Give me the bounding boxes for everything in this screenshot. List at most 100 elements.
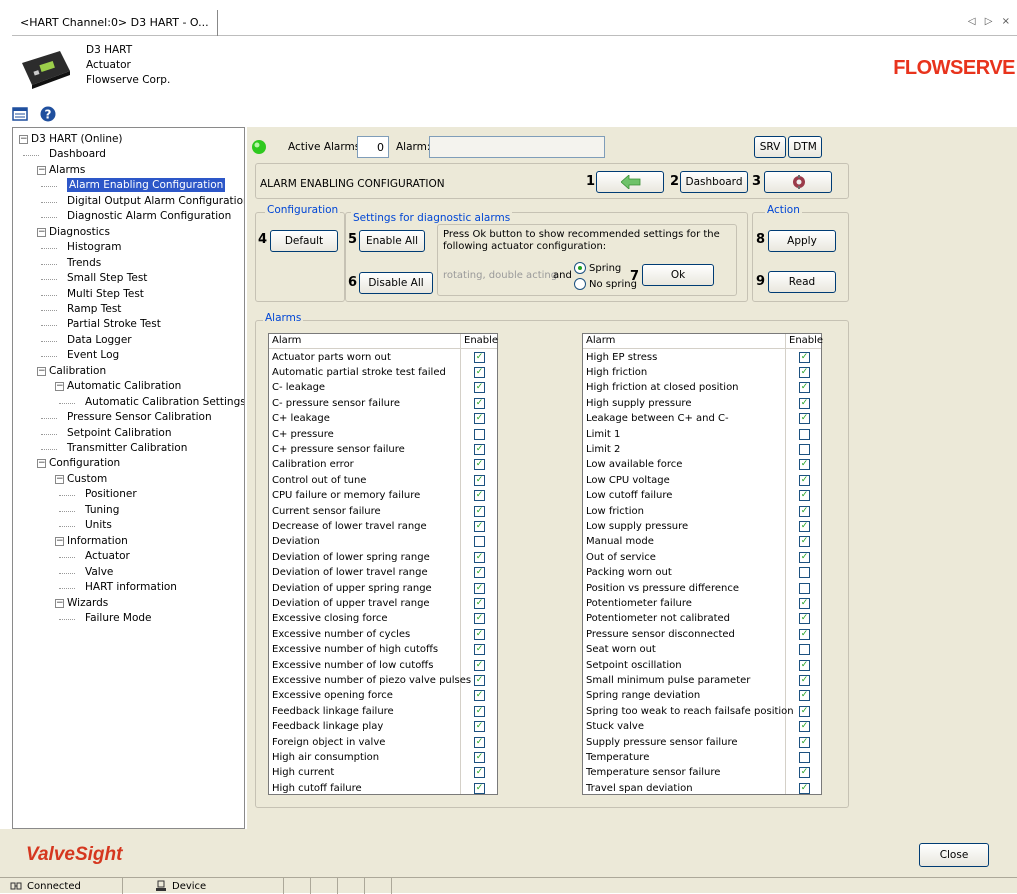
enable-checkbox[interactable]: ✓ bbox=[474, 567, 485, 579]
enable-checkbox[interactable]: ✓ bbox=[474, 628, 485, 640]
enable-checkbox[interactable]: ✓ bbox=[474, 366, 485, 378]
tree-expander[interactable]: − bbox=[55, 536, 64, 546]
enable-checkbox[interactable]: ✓ bbox=[799, 382, 810, 394]
no-spring-radio[interactable] bbox=[574, 278, 586, 290]
tree-item[interactable]: Information bbox=[67, 534, 128, 548]
tree-expander[interactable]: − bbox=[55, 474, 64, 484]
enable-checkbox[interactable]: ✓ bbox=[799, 520, 810, 532]
dtm-button[interactable]: DTM bbox=[788, 136, 822, 158]
tree-item[interactable]: Pressure Sensor Calibration bbox=[67, 410, 212, 424]
enable-checkbox[interactable]: ✓ bbox=[799, 628, 810, 640]
tree-item[interactable]: Actuator bbox=[85, 549, 130, 563]
enable-checkbox[interactable]: ✓ bbox=[799, 782, 810, 794]
enable-checkbox[interactable]: ✓ bbox=[474, 490, 485, 502]
enable-checkbox[interactable]: ✓ bbox=[799, 721, 810, 733]
tree-item[interactable]: Multi Step Test bbox=[67, 287, 144, 301]
enable-checkbox[interactable]: ✓ bbox=[474, 751, 485, 763]
enable-checkbox[interactable]: ✓ bbox=[474, 443, 485, 455]
tree-item[interactable]: Positioner bbox=[85, 487, 137, 501]
enable-checkbox[interactable]: ✓ bbox=[799, 551, 810, 563]
enable-checkbox[interactable]: ✓ bbox=[799, 767, 810, 779]
enable-checkbox[interactable]: ✓ bbox=[474, 767, 485, 779]
tree-item[interactable]: Custom bbox=[67, 472, 107, 486]
enable-checkbox[interactable]: ✓ bbox=[799, 505, 810, 517]
back-button[interactable] bbox=[596, 171, 664, 193]
enable-checkbox[interactable]: ✓ bbox=[474, 674, 485, 686]
enable-checkbox[interactable]: ✓ bbox=[799, 397, 810, 409]
srv-button[interactable]: SRV bbox=[754, 136, 786, 158]
disable-all-button[interactable]: Disable All bbox=[359, 272, 433, 294]
tree-item[interactable]: Valve bbox=[85, 565, 113, 579]
enable-checkbox[interactable]: ✓ bbox=[474, 520, 485, 532]
enable-checkbox[interactable]: ✓ bbox=[474, 505, 485, 517]
enable-checkbox[interactable]: ✓ bbox=[474, 659, 485, 671]
enable-checkbox[interactable]: ✓ bbox=[799, 366, 810, 378]
enable-checkbox[interactable] bbox=[799, 751, 810, 763]
dashboard-button[interactable]: Dashboard bbox=[680, 171, 748, 193]
tree-item[interactable]: Alarms bbox=[49, 163, 85, 177]
enable-checkbox[interactable]: ✓ bbox=[799, 536, 810, 548]
document-tab[interactable]: <HART Channel:0> D3 HART - O... bbox=[14, 10, 218, 36]
enable-checkbox[interactable]: ✓ bbox=[474, 382, 485, 394]
enable-checkbox[interactable]: ✓ bbox=[799, 413, 810, 425]
tree-item[interactable]: D3 HART (Online) bbox=[31, 132, 123, 146]
enable-checkbox[interactable]: ✓ bbox=[474, 613, 485, 625]
tree-item[interactable]: Automatic Calibration bbox=[67, 379, 181, 393]
help-icon[interactable]: ? bbox=[40, 106, 56, 122]
enable-checkbox[interactable] bbox=[474, 428, 485, 440]
enable-checkbox[interactable]: ✓ bbox=[799, 659, 810, 671]
tree-expander[interactable]: − bbox=[55, 598, 64, 608]
enable-checkbox[interactable]: ✓ bbox=[474, 705, 485, 717]
apply-button[interactable]: Apply bbox=[768, 230, 836, 252]
tree-item[interactable]: Diagnostics bbox=[49, 225, 110, 239]
tree-item[interactable]: HART information bbox=[85, 580, 177, 594]
enable-checkbox[interactable]: ✓ bbox=[799, 736, 810, 748]
panel-toggle-icon[interactable] bbox=[12, 106, 28, 122]
tree-item[interactable]: Small Step Test bbox=[67, 271, 147, 285]
enable-checkbox[interactable]: ✓ bbox=[474, 736, 485, 748]
tree-item[interactable]: Calibration bbox=[49, 364, 106, 378]
tree-item[interactable]: Partial Stroke Test bbox=[67, 317, 161, 331]
tree-item[interactable]: Alarm Enabling Configuration bbox=[67, 178, 226, 193]
enable-checkbox[interactable]: ✓ bbox=[799, 705, 810, 717]
enable-checkbox[interactable] bbox=[799, 644, 810, 656]
enable-checkbox[interactable]: ✓ bbox=[799, 474, 810, 486]
read-button[interactable]: Read bbox=[768, 271, 836, 293]
tree-item[interactable]: Units bbox=[85, 518, 112, 532]
tree-item[interactable]: Diagnostic Alarm Configuration bbox=[67, 209, 231, 223]
tree-item[interactable]: Tuning bbox=[85, 503, 119, 517]
enable-checkbox[interactable]: ✓ bbox=[474, 551, 485, 563]
tree-item[interactable]: Failure Mode bbox=[85, 611, 152, 625]
tree-expander[interactable]: − bbox=[37, 459, 46, 469]
enable-checkbox[interactable]: ✓ bbox=[474, 459, 485, 471]
tree-item[interactable]: Automatic Calibration Settings bbox=[85, 395, 244, 409]
enable-checkbox[interactable]: ✓ bbox=[474, 413, 485, 425]
enable-checkbox[interactable]: ✓ bbox=[474, 782, 485, 794]
settings-button[interactable] bbox=[764, 171, 832, 193]
tree-expander[interactable]: − bbox=[37, 227, 46, 237]
ok-button[interactable]: Ok bbox=[642, 264, 714, 286]
close-button[interactable]: Close bbox=[919, 843, 989, 867]
enable-checkbox[interactable] bbox=[474, 536, 485, 548]
enable-checkbox[interactable] bbox=[799, 428, 810, 440]
tree-item[interactable]: Wizards bbox=[67, 596, 108, 610]
enable-checkbox[interactable]: ✓ bbox=[474, 690, 485, 702]
enable-checkbox[interactable]: ✓ bbox=[474, 644, 485, 656]
tree-expander[interactable]: − bbox=[55, 382, 64, 392]
enable-all-button[interactable]: Enable All bbox=[359, 230, 425, 252]
enable-checkbox[interactable]: ✓ bbox=[474, 474, 485, 486]
tree-item[interactable]: Ramp Test bbox=[67, 302, 121, 316]
enable-checkbox[interactable]: ✓ bbox=[474, 597, 485, 609]
enable-checkbox[interactable]: ✓ bbox=[799, 351, 810, 363]
enable-checkbox[interactable]: ✓ bbox=[799, 490, 810, 502]
enable-checkbox[interactable]: ✓ bbox=[474, 721, 485, 733]
enable-checkbox[interactable] bbox=[799, 582, 810, 594]
tab-navigation[interactable]: ◁ ▷ × bbox=[968, 16, 1013, 27]
tree-item[interactable]: Event Log bbox=[67, 348, 119, 362]
tree-expander[interactable]: − bbox=[37, 165, 46, 175]
enable-checkbox[interactable]: ✓ bbox=[474, 582, 485, 594]
tree-item[interactable]: Setpoint Calibration bbox=[67, 426, 172, 440]
default-button[interactable]: Default bbox=[270, 230, 338, 252]
tree-item[interactable]: Configuration bbox=[49, 456, 120, 470]
enable-checkbox[interactable]: ✓ bbox=[799, 597, 810, 609]
